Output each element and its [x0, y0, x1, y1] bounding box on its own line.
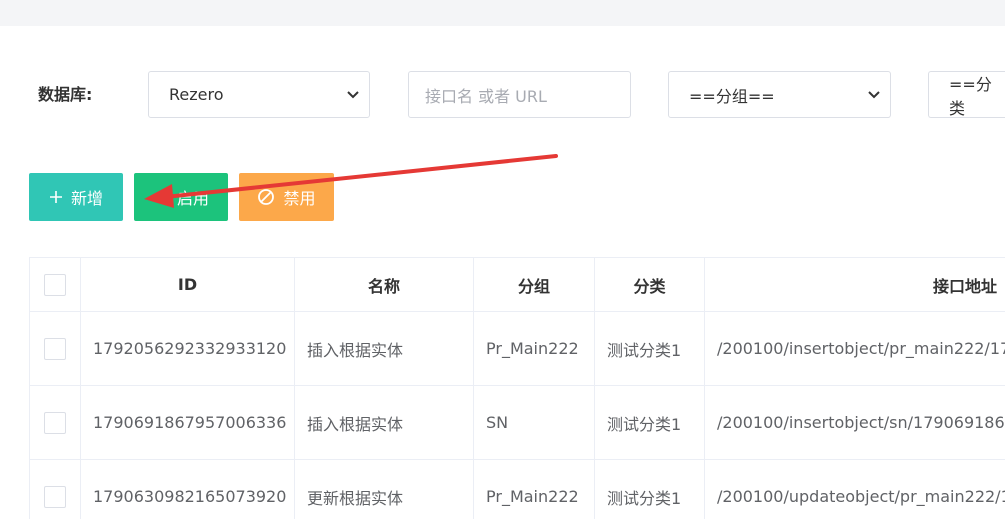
cell-url: /200100/updateobject/pr_main222/17: [704, 460, 1005, 519]
table-header-row: ID 名称 分组 分类 接口地址: [29, 258, 1005, 312]
cell-category: 测试分类1: [594, 460, 704, 519]
add-button-label: 新增: [70, 189, 103, 208]
header-category[interactable]: 分类: [594, 258, 704, 311]
row-checkbox[interactable]: [44, 485, 66, 508]
disable-button[interactable]: 禁用: [239, 173, 334, 221]
header-select-all[interactable]: [29, 258, 80, 311]
category-select[interactable]: ==分类: [928, 71, 1005, 118]
header-name[interactable]: 名称: [294, 258, 473, 311]
cell-group: Pr_Main222: [473, 460, 594, 519]
select-all-checkbox[interactable]: [44, 273, 66, 296]
add-button[interactable]: 新增: [29, 173, 123, 221]
top-bar: [0, 0, 1005, 26]
cell-name: 更新根据实体: [294, 460, 473, 519]
cell-id: 1792056292332933120: [80, 312, 294, 385]
header-group[interactable]: 分组: [473, 258, 594, 311]
table-row[interactable]: 1790691867957006336 插入根据实体 SN 测试分类1 /200…: [29, 386, 1005, 460]
row-checkbox[interactable]: [44, 337, 66, 360]
cell-category: 测试分类1: [594, 312, 704, 385]
header-url[interactable]: 接口地址: [704, 258, 1005, 311]
api-search-placeholder: 接口名 或者 URL: [425, 86, 547, 106]
enable-button[interactable]: 启用: [134, 173, 228, 221]
database-label: 数据库:: [38, 85, 93, 104]
database-select-value: Rezero: [169, 85, 224, 104]
ban-icon: [258, 189, 275, 205]
row-select[interactable]: [29, 460, 80, 519]
category-select-value: ==分类: [949, 74, 992, 118]
table-row[interactable]: 1790630982165073920 更新根据实体 Pr_Main222 测试…: [29, 460, 1005, 519]
row-select[interactable]: [29, 386, 80, 459]
api-table: ID 名称 分组 分类 接口地址 1792056292332933120 插入根…: [29, 257, 1005, 519]
cell-id: 1790691867957006336: [80, 386, 294, 459]
row-checkbox[interactable]: [44, 411, 66, 434]
chevron-down-icon: [868, 91, 880, 99]
plus-icon: [49, 191, 62, 203]
cell-name: 插入根据实体: [294, 312, 473, 385]
row-select[interactable]: [29, 312, 80, 385]
cell-category: 测试分类1: [594, 386, 704, 459]
group-select-value: ==分组==: [689, 86, 775, 106]
cell-name: 插入根据实体: [294, 386, 473, 459]
enable-button-label: 启用: [176, 189, 209, 208]
check-icon: [154, 192, 168, 203]
cell-url: /200100/insertobject/sn/1790691867: [704, 386, 1005, 459]
chevron-down-icon: [347, 91, 359, 99]
group-select[interactable]: ==分组==: [668, 71, 891, 118]
api-search-input[interactable]: 接口名 或者 URL: [408, 71, 631, 118]
database-select[interactable]: Rezero: [148, 71, 370, 118]
cell-group: SN: [473, 386, 594, 459]
disable-button-label: 禁用: [283, 189, 316, 208]
header-id[interactable]: ID: [80, 258, 294, 311]
cell-group: Pr_Main222: [473, 312, 594, 385]
cell-url: /200100/insertobject/pr_main222/17: [704, 312, 1005, 385]
cell-id: 1790630982165073920: [80, 460, 294, 519]
table-row[interactable]: 1792056292332933120 插入根据实体 Pr_Main222 测试…: [29, 312, 1005, 386]
